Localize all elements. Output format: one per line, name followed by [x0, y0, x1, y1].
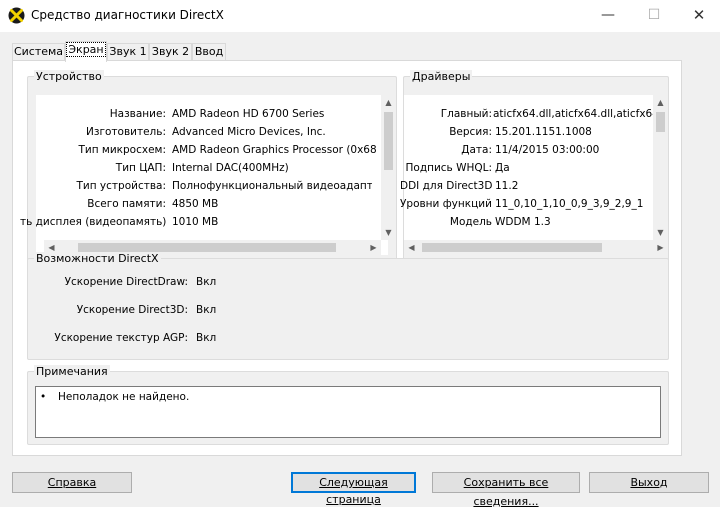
device-row: Название: AMD Radeon HD 6700 Series: [109, 108, 325, 120]
feature-row: Ускорение DirectDraw: Вкл: [64, 276, 217, 288]
tab-display[interactable]: Экран: [65, 41, 107, 62]
tab-system[interactable]: Система: [12, 43, 65, 61]
device-row: Тип микросхем: AMD Radeon Graphics Proce…: [78, 144, 376, 156]
directx-features-title: Возможности DirectX: [34, 252, 161, 265]
save-all-info-button[interactable]: Сохранить все сведения...: [432, 472, 580, 507]
device-row: Всего памяти: 4850 MB: [87, 198, 219, 210]
close-button[interactable]: ✕: [676, 0, 720, 30]
scroll-down-icon[interactable]: ▼: [653, 225, 668, 240]
directx-x-icon: [8, 7, 25, 24]
driver-row: Уровни функций: 11_0,10_1,10_0,9_3,9_2,9…: [400, 198, 644, 210]
device-row: Тип ЦАП: Internal DAC(400MHz): [115, 162, 289, 174]
dialog-client: Система Экран Звук 1 Звук 2 Ввод Устройс…: [0, 32, 720, 507]
device-group-title: Устройство: [34, 70, 104, 83]
driver-row: Дата: 11/4/2015 03:00:00: [461, 144, 600, 156]
directx-features-group: Возможности DirectX Ускорение DirectDraw…: [27, 252, 669, 360]
drivers-info-area: Главный: aticfx64.dll,aticfx64.dll,aticf…: [400, 95, 668, 255]
tab-input[interactable]: Ввод: [192, 43, 226, 61]
device-info-area: Название: AMD Radeon HD 6700 Series Изго…: [20, 95, 396, 255]
device-row: ть дисплея (видеопамять): 1010 MB: [20, 216, 219, 228]
exit-button[interactable]: Выход: [589, 472, 709, 493]
maximize-button[interactable]: ☐: [631, 0, 677, 30]
scroll-right-icon[interactable]: ▶: [366, 240, 381, 255]
scroll-thumb[interactable]: [422, 243, 602, 252]
driver-row: Версия: 15.201.1151.1008: [449, 126, 592, 138]
driver-row: DDI для Direct3D: 11.2: [400, 180, 519, 192]
drivers-group-title: Драйверы: [410, 70, 473, 83]
tab-panel-display: Устройство Название: AMD Radeon HD 6700 …: [12, 60, 682, 456]
tab-sound-2[interactable]: Звук 2: [149, 43, 192, 61]
device-group: Устройство Название: AMD Radeon HD 6700 …: [20, 70, 397, 270]
driver-row: Модель WDDM 1.3: [449, 216, 551, 228]
notes-text-area[interactable]: • Неполадок не найдено.: [35, 386, 661, 438]
driver-row: Подпись WHQL: Да: [405, 162, 510, 174]
scroll-up-icon[interactable]: ▲: [381, 95, 396, 110]
device-row: Изготовитель: Advanced Micro Devices, In…: [86, 126, 326, 138]
next-page-button[interactable]: Следующая страница: [291, 472, 416, 506]
title-bar: Средство диагностики DirectX — ☐ ✕: [0, 0, 720, 32]
scroll-left-icon[interactable]: ◀: [404, 240, 419, 255]
driver-row: Главный: aticfx64.dll,aticfx64.dll,aticf…: [440, 108, 668, 120]
notes-list-item: • Неполадок не найдено.: [40, 388, 440, 406]
scroll-thumb[interactable]: [384, 112, 393, 170]
feature-row: Ускорение Direct3D: Вкл: [76, 304, 217, 316]
scroll-down-icon[interactable]: ▼: [381, 225, 396, 240]
notes-group: Примечания • Неполадок не найдено.: [27, 365, 669, 445]
minimize-button[interactable]: —: [585, 0, 631, 30]
drivers-vertical-scrollbar[interactable]: ▲ ▼: [653, 95, 668, 240]
drivers-horizontal-scrollbar[interactable]: ◀ ▶: [404, 240, 668, 255]
scroll-up-icon[interactable]: ▲: [653, 95, 668, 110]
help-button[interactable]: Справка: [12, 472, 132, 493]
notes-group-title: Примечания: [34, 365, 110, 378]
tab-sound-1[interactable]: Звук 1: [107, 43, 149, 61]
drivers-group: Драйверы Главный: aticfx64.dll,aticfx64.…: [400, 70, 669, 270]
scroll-thumb[interactable]: [78, 243, 336, 252]
scroll-right-icon[interactable]: ▶: [653, 240, 668, 255]
feature-row: Ускорение текстур AGP: Вкл: [54, 332, 217, 344]
bullet-icon: •: [40, 391, 47, 403]
device-vertical-scrollbar[interactable]: ▲ ▼: [381, 95, 396, 240]
window-title: Средство диагностики DirectX: [31, 8, 224, 22]
scroll-thumb[interactable]: [656, 112, 665, 132]
device-row: Тип устройства: Полнофункциональный виде…: [76, 180, 372, 192]
